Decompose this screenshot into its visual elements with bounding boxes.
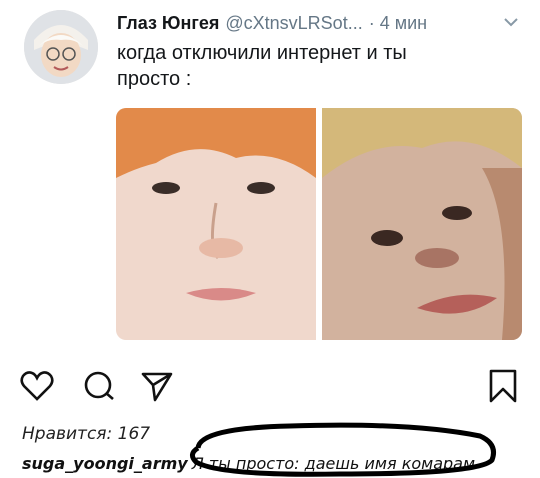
tweet-text: когда отключили интернет и ты просто : xyxy=(117,42,407,90)
author-name[interactable]: Глаз Юнгея xyxy=(117,13,219,34)
photo-left[interactable] xyxy=(116,108,316,340)
hand-drawn-circle xyxy=(190,422,496,477)
tweet-card: Глаз Юнгея @cXtnsvLRSot... · 4 мин когда… xyxy=(0,0,540,362)
chevron-down-icon[interactable] xyxy=(501,12,521,32)
bookmark-icon[interactable] xyxy=(488,368,518,409)
tweet-header: Глаз Юнгея @cXtnsvLRSot... · 4 мин xyxy=(117,10,527,36)
caption-username[interactable]: suga_yoongi_army xyxy=(22,454,188,473)
post-actions xyxy=(0,362,540,412)
likes-count[interactable]: Нравится: 167 xyxy=(22,424,150,444)
direct-share-icon[interactable] xyxy=(140,370,174,407)
tweet-media[interactable] xyxy=(116,108,522,340)
tweet-time: · 4 мин xyxy=(368,12,428,33)
author-avatar[interactable] xyxy=(24,10,98,84)
author-handle[interactable]: @cXtnsvLRSot... xyxy=(225,13,362,34)
photo-right[interactable] xyxy=(322,108,522,340)
heart-icon[interactable] xyxy=(20,370,54,407)
comment-bubble-icon[interactable] xyxy=(82,370,116,407)
